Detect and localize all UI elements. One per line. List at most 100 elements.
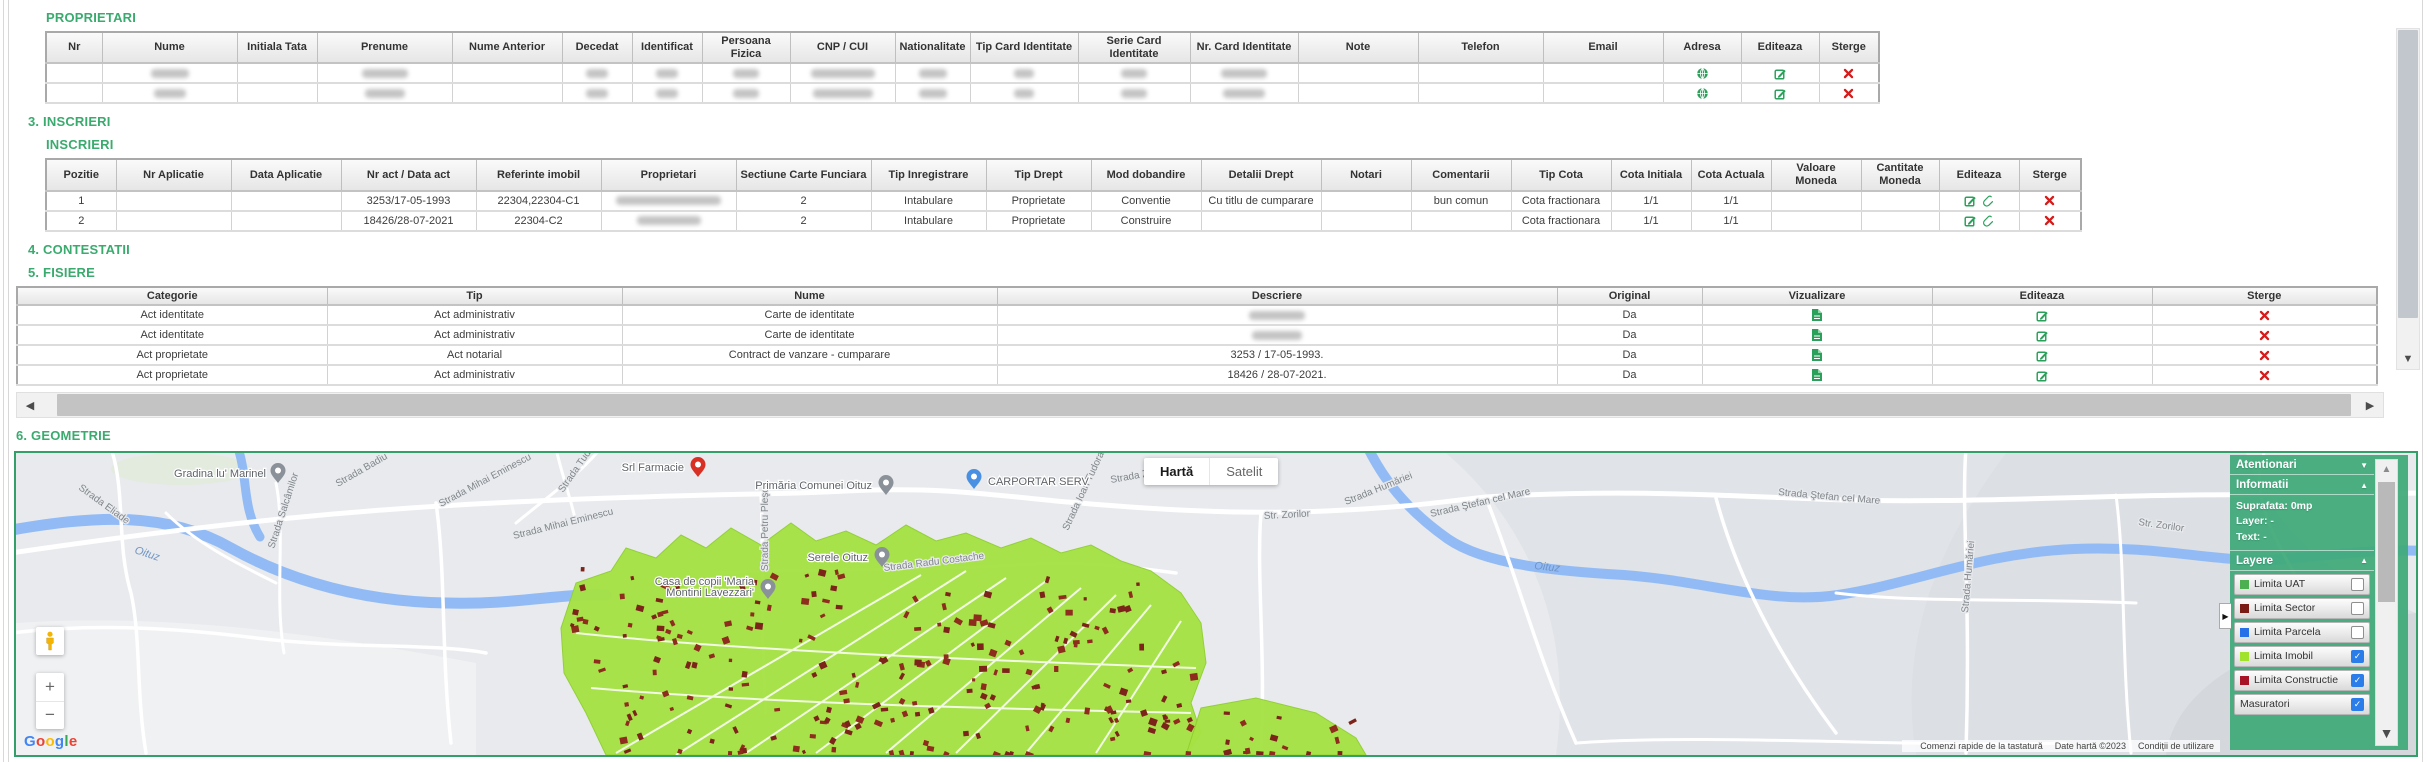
edit-icon[interactable] bbox=[2036, 309, 2049, 322]
edit-icon[interactable] bbox=[2036, 369, 2049, 382]
layer-toggle-limita-uat[interactable]: Limita UAT bbox=[2234, 574, 2370, 595]
scroll-up-icon[interactable]: ▲ bbox=[2376, 464, 2397, 475]
column-header: Tip Card Identitate bbox=[970, 32, 1078, 63]
poi-label[interactable]: Primăria Comunei Oituz bbox=[755, 480, 872, 492]
globe-icon[interactable] bbox=[1696, 87, 1709, 100]
poi-label[interactable]: Srl Farmacie bbox=[622, 462, 684, 474]
table-cell bbox=[1078, 63, 1190, 83]
layer-toggle-limita-parcela[interactable]: Limita Parcela bbox=[2234, 622, 2370, 643]
poi-label[interactable]: CARPORTAR SERV bbox=[988, 476, 1090, 488]
x-icon[interactable] bbox=[2259, 350, 2270, 361]
edit-icon[interactable] bbox=[1964, 194, 1977, 207]
scroll-right-button[interactable]: ▶ bbox=[2357, 393, 2383, 417]
zoom-in-button[interactable]: + bbox=[36, 673, 64, 702]
layer-checkbox[interactable]: ✓ bbox=[2351, 650, 2364, 663]
map-type-map-button[interactable]: Hartă bbox=[1144, 458, 1209, 485]
poi-label[interactable]: Serele Oituz bbox=[807, 552, 868, 564]
layer-color-swatch bbox=[2240, 580, 2249, 589]
layer-toggle-limita-imobil[interactable]: Limita Imobil✓ bbox=[2234, 646, 2370, 667]
table-cell bbox=[102, 63, 237, 83]
table-cell: Act identitate bbox=[17, 305, 327, 325]
layer-checkbox[interactable] bbox=[2351, 626, 2364, 639]
edit-icon[interactable] bbox=[1774, 87, 1787, 100]
x-icon[interactable] bbox=[2044, 215, 2055, 226]
column-header: Editeaza bbox=[1741, 32, 1819, 63]
table-cell: Act identitate bbox=[17, 325, 327, 345]
table-cell: Contract de vanzare - cumparare bbox=[622, 345, 997, 365]
redacted-text bbox=[1221, 69, 1267, 78]
panel-section-atentionari[interactable]: Atentionari ▼ bbox=[2230, 455, 2374, 475]
layer-checkbox[interactable] bbox=[2351, 602, 2364, 615]
horizontal-scrollbar-thumb[interactable] bbox=[57, 394, 2351, 416]
x-icon[interactable] bbox=[1843, 68, 1854, 79]
table-cell bbox=[790, 83, 895, 103]
table-cell: 22304-C2 bbox=[476, 211, 601, 231]
table-cell: Da bbox=[1557, 345, 1702, 365]
file-icon[interactable] bbox=[1811, 368, 1823, 382]
paperclip-icon[interactable] bbox=[1981, 214, 1994, 227]
column-header: Nr bbox=[46, 32, 102, 63]
table-cell bbox=[1418, 83, 1543, 103]
scroll-down-icon[interactable]: ▼ bbox=[2376, 725, 2397, 741]
zoom-out-button[interactable]: − bbox=[36, 702, 64, 730]
layer-checkbox[interactable]: ✓ bbox=[2351, 698, 2364, 711]
x-icon[interactable] bbox=[2259, 370, 2270, 381]
table-row: 218426/28-07-202122304-C22IntabulareProp… bbox=[46, 211, 2081, 231]
form-content: PROPRIETARI NrNumeInitiala TataPrenumeNu… bbox=[9, 0, 2396, 757]
column-header: Nume Anterior bbox=[452, 32, 562, 63]
table-cell: 18426/28-07-2021 bbox=[341, 211, 476, 231]
x-icon[interactable] bbox=[2259, 330, 2270, 341]
panel-scrollbar[interactable]: ▲ ▼ bbox=[2375, 459, 2398, 746]
table-cell bbox=[1819, 83, 1879, 103]
edit-icon[interactable] bbox=[2036, 329, 2049, 342]
layer-toggle-limita-sector[interactable]: Limita Sector bbox=[2234, 598, 2370, 619]
file-icon[interactable] bbox=[1811, 348, 1823, 362]
column-header: Descriere bbox=[997, 287, 1557, 306]
panel-section-layere[interactable]: Layere ▲ bbox=[2230, 551, 2374, 571]
edit-icon[interactable] bbox=[2036, 349, 2049, 362]
layer-checkbox[interactable] bbox=[2351, 578, 2364, 591]
redacted-text bbox=[365, 89, 405, 98]
x-icon[interactable] bbox=[2044, 195, 2055, 206]
table-cell bbox=[601, 211, 736, 231]
file-icon[interactable] bbox=[1811, 308, 1823, 322]
table-cell: Cota fractionara bbox=[1511, 211, 1611, 231]
layer-toggle-limita-constructie[interactable]: Limita Constructie✓ bbox=[2234, 670, 2370, 691]
x-icon[interactable] bbox=[1843, 88, 1854, 99]
panel-section-informatii[interactable]: Informatii ▲ bbox=[2230, 475, 2374, 495]
horizontal-scrollbar[interactable]: ◀ ▶ bbox=[16, 392, 2384, 418]
table-cell bbox=[1321, 211, 1411, 231]
attribution-terms-link[interactable]: Condiții de utilizare bbox=[2138, 741, 2214, 751]
scroll-left-button[interactable]: ◀ bbox=[17, 393, 43, 417]
table-cell bbox=[1190, 83, 1298, 103]
vertical-scrollbar-thumb[interactable] bbox=[2398, 30, 2418, 318]
globe-icon[interactable] bbox=[1696, 67, 1709, 80]
table-cell bbox=[1939, 211, 2019, 231]
paperclip-icon[interactable] bbox=[1981, 194, 1994, 207]
column-header: Nr act / Data act bbox=[341, 159, 476, 190]
poi-label[interactable]: Gradina lu' Marinel bbox=[174, 468, 266, 480]
scroll-down-button[interactable]: ▼ bbox=[2397, 349, 2419, 369]
horizontal-scrollbar-track[interactable] bbox=[43, 393, 2357, 417]
pegman-control[interactable] bbox=[36, 627, 64, 655]
layer-toggle-masuratori[interactable]: Masuratori✓ bbox=[2234, 694, 2370, 715]
edit-icon[interactable] bbox=[1964, 214, 1977, 227]
map-canvas[interactable]: Strada EliadeStrada BadiuStrada Salcâmil… bbox=[14, 451, 2418, 757]
pegman-icon bbox=[43, 631, 57, 651]
table-cell bbox=[702, 83, 790, 103]
column-header: Note bbox=[1298, 32, 1418, 63]
redacted-text bbox=[656, 89, 678, 98]
file-icon[interactable] bbox=[1811, 328, 1823, 342]
poi-label[interactable]: Montini Lavezzari' bbox=[666, 587, 754, 599]
table-cell bbox=[46, 83, 102, 103]
layer-label: Limita UAT bbox=[2254, 578, 2351, 590]
panel-scrollbar-thumb[interactable] bbox=[2378, 482, 2395, 602]
map-type-satellite-button[interactable]: Satelit bbox=[1209, 458, 1278, 485]
edit-icon[interactable] bbox=[1774, 67, 1787, 80]
column-header: Notari bbox=[1321, 159, 1411, 190]
table-cell: bun comun bbox=[1411, 191, 1511, 211]
vertical-scrollbar[interactable]: ▼ bbox=[2396, 28, 2420, 370]
column-header: Decedat bbox=[562, 32, 632, 63]
layer-checkbox[interactable]: ✓ bbox=[2351, 674, 2364, 687]
x-icon[interactable] bbox=[2259, 310, 2270, 321]
